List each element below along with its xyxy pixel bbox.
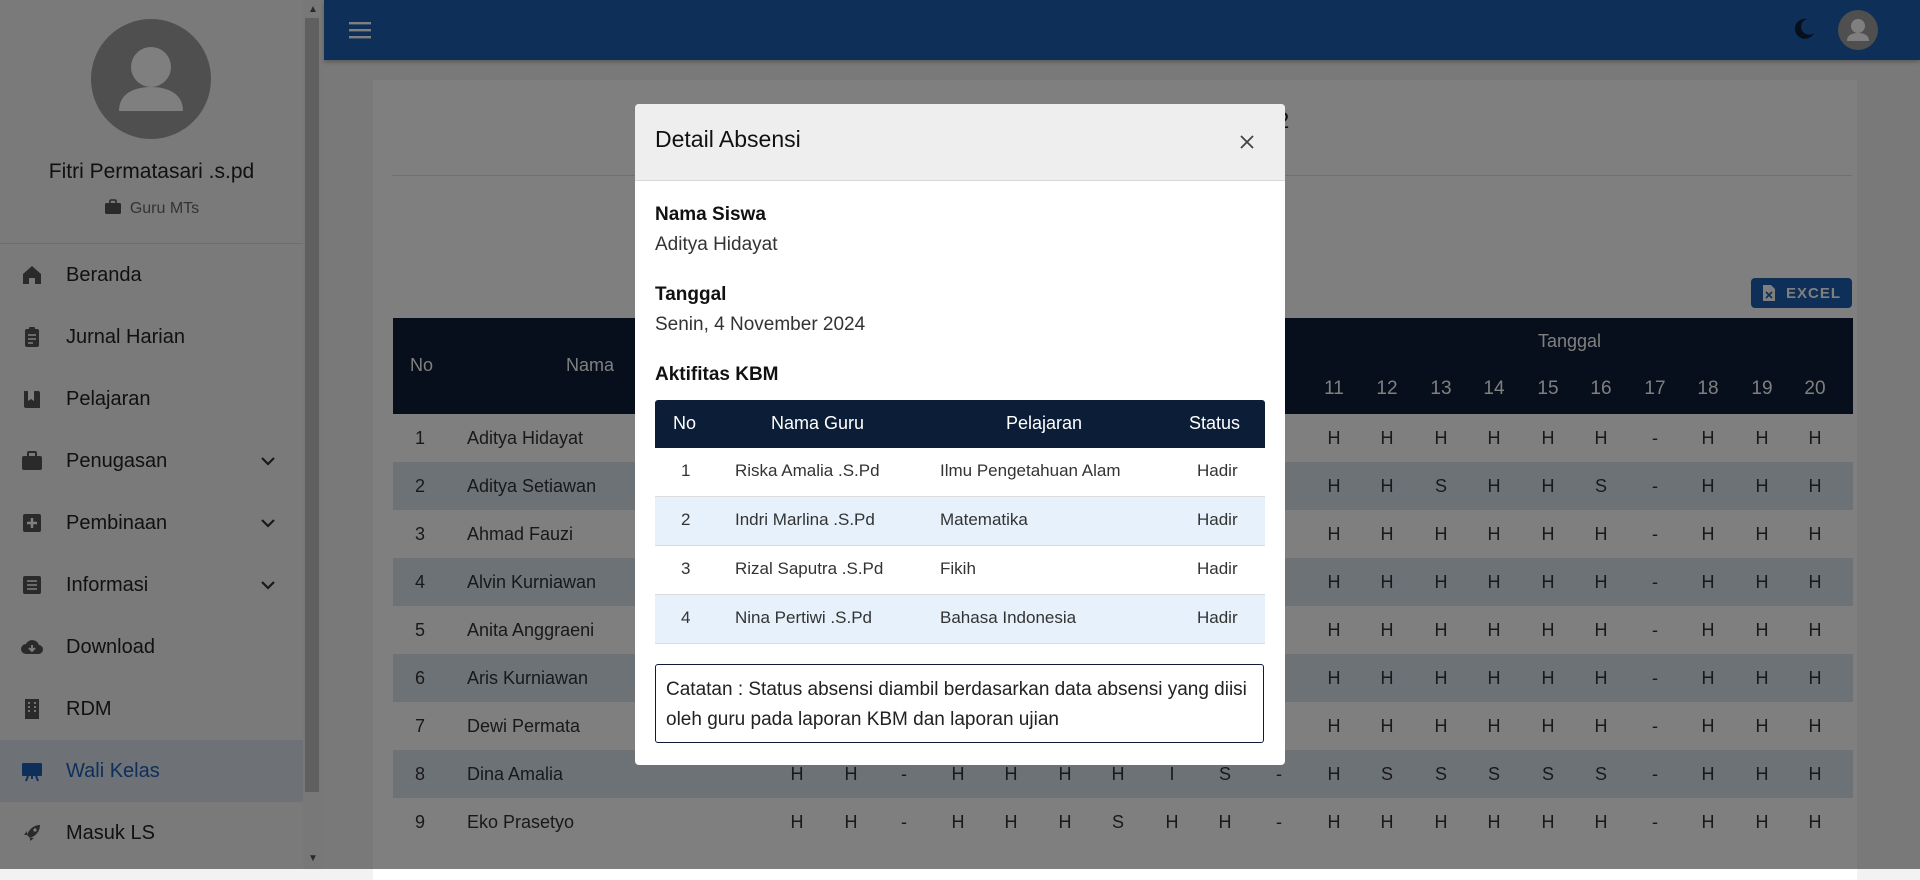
kbm-table: No Nama Guru Pelajaran Status 1 Riska Ama… <box>655 400 1265 644</box>
kbm-label: Aktifitas KBM <box>655 364 779 385</box>
kbm-col-pelajaran: Pelajaran <box>1006 413 1083 433</box>
kbm-row: 1 Riska Amalia .S.Pd Ilmu Pengetahuan Alam… <box>655 448 1265 497</box>
kbm-cell-no: 2 <box>681 510 691 529</box>
kbm-cell-guru: Rizal Saputra .S.Pd <box>735 559 884 578</box>
nama-siswa-value: Aditya Hidayat <box>655 234 778 255</box>
kbm-cell-pelajaran: Ilmu Pengetahuan Alam <box>940 461 1121 480</box>
kbm-table-header: No Nama Guru Pelajaran Status <box>655 400 1265 448</box>
detail-absensi-modal: Detail Absensi Nama Siswa Aditya Hidayat… <box>635 104 1285 765</box>
tanggal-value: Senin, 4 November 2024 <box>655 314 866 335</box>
catatan-note: Catatan : Status absensi diambil berdasa… <box>655 664 1264 743</box>
kbm-cell-status: Hadir <box>1197 608 1238 627</box>
kbm-cell-guru: Indri Marlina .S.Pd <box>735 510 875 529</box>
kbm-cell-status: Hadir <box>1197 461 1238 480</box>
kbm-col-guru: Nama Guru <box>771 413 865 433</box>
tanggal-label: Tanggal <box>655 284 727 305</box>
kbm-row: 3 Rizal Saputra .S.Pd Fikih Hadir <box>655 546 1265 595</box>
modal-header: Detail Absensi <box>635 104 1285 181</box>
kbm-cell-pelajaran: Bahasa Indonesia <box>940 608 1077 627</box>
kbm-col-status: Status <box>1189 413 1241 433</box>
kbm-cell-guru: Riska Amalia .S.Pd <box>735 461 880 480</box>
kbm-col-no: No <box>673 413 697 433</box>
close-icon[interactable] <box>1235 130 1259 154</box>
kbm-cell-pelajaran: Matematika <box>940 510 1028 529</box>
nama-siswa-label: Nama Siswa <box>655 204 766 225</box>
modal-title: Detail Absensi <box>655 126 801 152</box>
kbm-row: 4 Nina Pertiwi .S.Pd Bahasa Indonesia Hadir <box>655 595 1265 644</box>
kbm-cell-no: 1 <box>681 461 691 480</box>
kbm-cell-guru: Nina Pertiwi .S.Pd <box>735 608 872 627</box>
kbm-cell-pelajaran: Fikih <box>940 559 976 578</box>
kbm-cell-status: Hadir <box>1197 559 1238 578</box>
kbm-row: 2 Indri Marlina .S.Pd Matematika Hadir <box>655 497 1265 546</box>
kbm-cell-no: 3 <box>681 559 691 578</box>
kbm-cell-no: 4 <box>681 608 691 627</box>
kbm-cell-status: Hadir <box>1197 510 1238 529</box>
